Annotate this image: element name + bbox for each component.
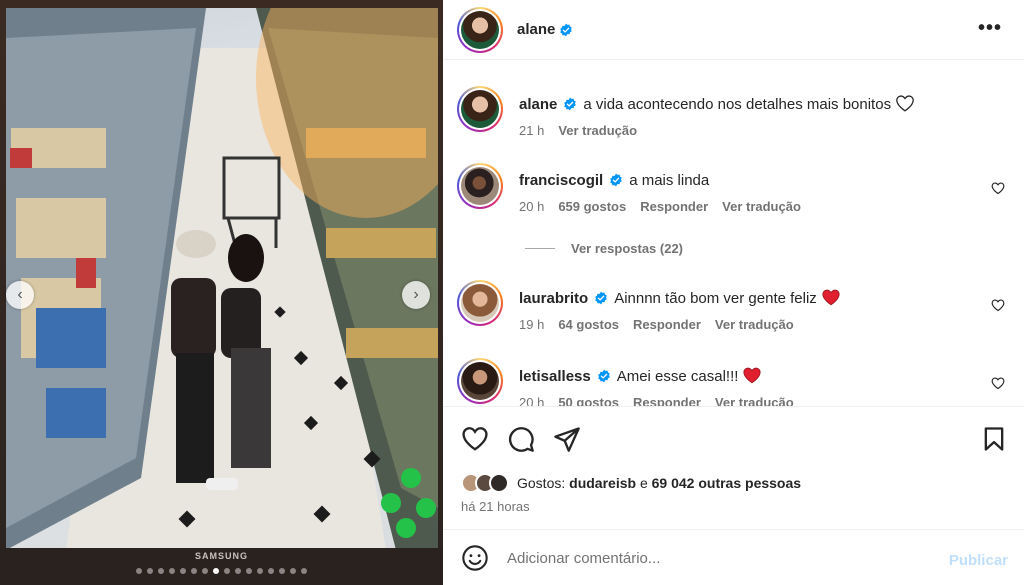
share-send-icon[interactable] bbox=[553, 425, 581, 453]
caption-username[interactable]: alane bbox=[519, 96, 557, 113]
comment-text: Ainnnn tão bom ver gente feliz bbox=[614, 290, 817, 307]
comment-likes-count[interactable]: 50 gostos bbox=[558, 395, 619, 406]
avatar-image bbox=[461, 362, 499, 400]
reply-button[interactable]: Responder bbox=[640, 199, 708, 214]
comment-input[interactable] bbox=[507, 549, 927, 567]
carousel-dot bbox=[202, 568, 208, 574]
carousel-prev-button[interactable]: ‹ bbox=[6, 281, 34, 309]
carousel-dot bbox=[191, 568, 197, 574]
publish-button[interactable]: Publicar bbox=[949, 552, 1008, 569]
comment-likes-count[interactable]: 64 gostos bbox=[558, 317, 619, 332]
chevron-right-icon: › bbox=[413, 286, 419, 303]
caption-text: a vida acontecendo nos detalhes mais bon… bbox=[583, 96, 892, 113]
carousel-dot bbox=[158, 568, 164, 574]
carousel-dots bbox=[0, 568, 443, 574]
post-author-username[interactable]: alane bbox=[517, 21, 555, 38]
avatar[interactable] bbox=[457, 280, 503, 326]
emoji-icon[interactable] bbox=[461, 544, 489, 572]
avatar-image bbox=[461, 90, 499, 128]
like-comment-heart-icon[interactable] bbox=[991, 376, 1005, 390]
carousel-dot bbox=[268, 568, 274, 574]
carousel-next-button[interactable]: › bbox=[402, 281, 430, 309]
carousel-dot bbox=[279, 568, 285, 574]
carousel-dot bbox=[169, 568, 175, 574]
verified-badge-icon bbox=[564, 97, 577, 111]
comment-bubble-icon[interactable] bbox=[507, 425, 535, 453]
store-aisle-illustration bbox=[6, 8, 438, 550]
surveillance-screen bbox=[6, 8, 438, 550]
caption-time: 21 h bbox=[519, 123, 545, 138]
carousel-dot bbox=[180, 568, 186, 574]
comment-username[interactable]: letisalless bbox=[519, 368, 591, 385]
avatar[interactable] bbox=[457, 358, 503, 404]
add-comment-bar: Publicar bbox=[443, 531, 1024, 585]
carousel-dot bbox=[147, 568, 153, 574]
carousel-dot bbox=[224, 568, 230, 574]
carousel-dot bbox=[301, 568, 307, 574]
comment-text: a mais linda bbox=[629, 172, 710, 189]
carousel-dot bbox=[136, 568, 142, 574]
reply-button[interactable]: Responder bbox=[633, 317, 701, 332]
verified-badge-icon bbox=[597, 369, 610, 383]
avatar[interactable] bbox=[457, 86, 503, 132]
comment-text: Amei esse casal!!! bbox=[616, 368, 739, 385]
tv-brand-label: SAMSUNG bbox=[194, 551, 248, 561]
avatar-image bbox=[461, 10, 499, 49]
avatar-image bbox=[461, 284, 499, 322]
like-heart-icon[interactable] bbox=[461, 425, 489, 453]
more-options-icon[interactable]: ••• bbox=[978, 18, 1002, 38]
red-heart-emoji-icon bbox=[822, 289, 840, 306]
carousel-dot bbox=[257, 568, 263, 574]
likes-summary[interactable]: Gostos: dudareisb e 69 042 outras pessoa… bbox=[461, 473, 801, 493]
view-replies-label: Ver respostas (22) bbox=[571, 241, 684, 256]
caption-translate-link[interactable]: Ver tradução bbox=[558, 123, 637, 138]
comment-time: 20 h bbox=[519, 395, 545, 406]
red-heart-emoji-icon bbox=[743, 367, 762, 384]
avatar-image bbox=[461, 167, 499, 205]
comment-likes-count[interactable]: 659 gostos bbox=[558, 199, 626, 214]
likes-connector: e bbox=[639, 475, 648, 491]
liker-avatars bbox=[461, 473, 509, 493]
post-detail-panel: alane ••• alane a vida acontecendo nos de… bbox=[443, 0, 1024, 585]
comment-username[interactable]: franciscogil bbox=[519, 172, 603, 189]
carousel-dot bbox=[213, 568, 219, 574]
carousel-dot bbox=[290, 568, 296, 574]
chevron-left-icon: ‹ bbox=[17, 286, 23, 303]
save-bookmark-icon[interactable] bbox=[980, 425, 1008, 453]
comment-username[interactable]: laurabrito bbox=[519, 290, 588, 307]
carousel-dot bbox=[246, 568, 252, 574]
like-comment-heart-icon[interactable] bbox=[991, 298, 1005, 312]
white-heart-emoji-icon bbox=[896, 95, 914, 112]
comments-list: alane a vida acontecendo nos detalhes mai… bbox=[443, 61, 1024, 406]
translate-link[interactable]: Ver tradução bbox=[722, 199, 801, 214]
translate-link[interactable]: Ver tradução bbox=[715, 317, 794, 332]
post-photo[interactable]: SAMSUNG ‹ › bbox=[0, 0, 443, 585]
post-actions: Gostos: dudareisb e 69 042 outras pessoa… bbox=[443, 406, 1024, 530]
post-timestamp: há 21 horas bbox=[461, 499, 530, 514]
verified-badge-icon bbox=[560, 23, 573, 36]
likes-first-user[interactable]: dudareisb bbox=[569, 475, 636, 491]
likes-prefix: Gostos: bbox=[517, 475, 566, 491]
comment-time: 19 h bbox=[519, 317, 545, 332]
likes-others-count[interactable]: 69 042 outras pessoas bbox=[652, 475, 801, 491]
avatar[interactable] bbox=[457, 163, 503, 209]
translate-link[interactable]: Ver tradução bbox=[715, 395, 794, 406]
reply-button[interactable]: Responder bbox=[633, 395, 701, 406]
like-comment-heart-icon[interactable] bbox=[991, 181, 1005, 195]
post-header: alane ••• bbox=[443, 0, 1024, 60]
verified-badge-icon bbox=[610, 173, 622, 187]
avatar[interactable] bbox=[457, 6, 503, 53]
verified-badge-icon bbox=[595, 291, 607, 305]
carousel-dot bbox=[235, 568, 241, 574]
comment-time: 20 h bbox=[519, 199, 545, 214]
liker-avatar bbox=[489, 473, 509, 493]
replies-divider-line bbox=[525, 248, 555, 249]
view-replies-button[interactable]: Ver respostas (22) bbox=[525, 241, 683, 256]
